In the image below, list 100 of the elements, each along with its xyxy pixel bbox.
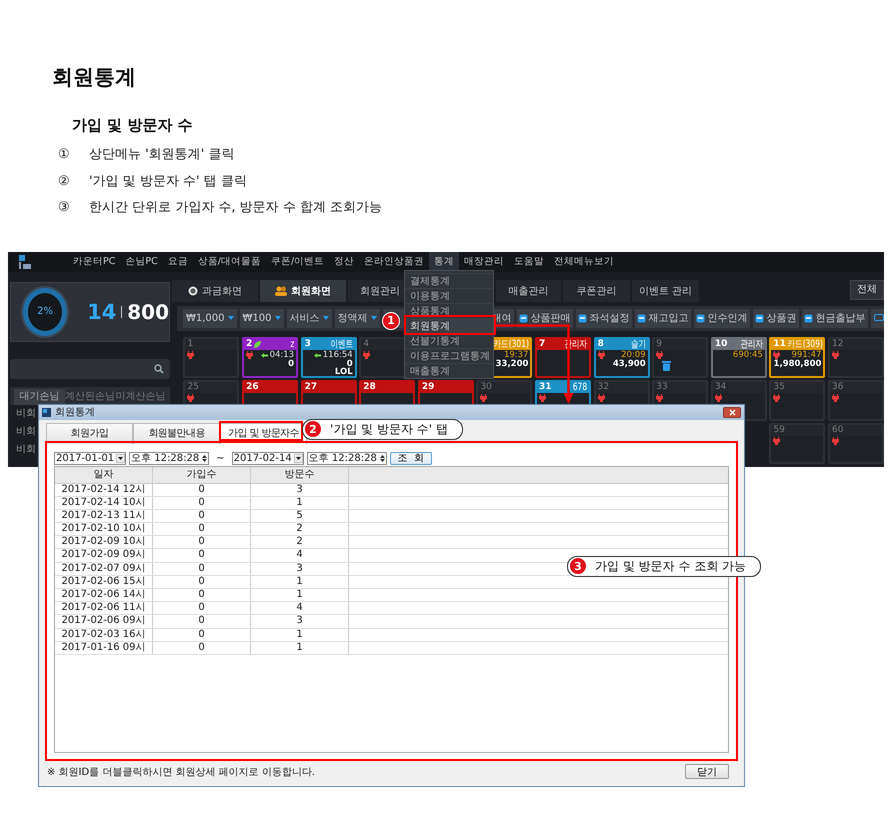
screen-tab[interactable]: 과금화면 [172, 280, 258, 302]
table-cell: 1 [251, 642, 349, 654]
column-header: 가입수 [153, 466, 251, 482]
seat-tile[interactable]: 1 [183, 336, 240, 378]
table-cell: 2017-02-14 12시 [55, 484, 153, 496]
menu-item[interactable]: 이용통계 [405, 288, 493, 302]
toolbar-button[interactable]: 좌석설정 [576, 308, 632, 328]
screen-tab[interactable]: 이벤트 관리 [632, 280, 699, 302]
step-number: ② [58, 172, 71, 190]
table-cell: 2 [251, 523, 349, 536]
seat-tile[interactable]: 60 [828, 422, 884, 464]
start-date-field[interactable]: 2017-01-01 [54, 452, 126, 464]
seat-time: 20:09 [621, 350, 646, 360]
menu-item[interactable]: 매장관리 [459, 252, 510, 272]
menu-item[interactable]: 도움말 [509, 252, 550, 272]
table-cell: 3 [251, 562, 349, 575]
seat-tile[interactable]: 8 슬기 20:09 43,900 [594, 336, 650, 378]
square-icon [636, 314, 646, 322]
seat-tile[interactable]: 9 [652, 336, 708, 378]
seat-tile[interactable]: 12 [828, 336, 884, 378]
toolbar-button[interactable]: 상품권 [752, 308, 798, 328]
table-cell: 0 [153, 602, 251, 614]
menu-item[interactable]: 회원통계 [405, 318, 493, 332]
end-date-field[interactable]: 2017-02-14 [232, 452, 304, 464]
toolbar-dropdown[interactable]: 정액제 [334, 308, 380, 328]
seat-user: 카드(301) [493, 338, 528, 350]
guest-tab[interactable]: 대기손님 [14, 388, 65, 404]
menu-item[interactable]: 요금 [162, 252, 193, 272]
square-icon [578, 314, 586, 322]
table-cell: 3 [251, 484, 349, 496]
step-number: ① [58, 146, 71, 164]
seat-number: 36 [832, 382, 844, 392]
menu-item[interactable]: 통계 [429, 252, 460, 272]
seats-total-count: 800 [127, 300, 169, 324]
square-icon [696, 314, 704, 322]
menu-item[interactable]: 결제통계 [405, 272, 493, 288]
table-cell: 1 [251, 589, 349, 602]
table-cell: 2017-02-06 15시 [55, 576, 153, 588]
search-button[interactable]: 조 회 [390, 452, 432, 464]
close-button[interactable] [723, 406, 741, 418]
menu-item[interactable]: 온라인상품권 [359, 252, 430, 272]
menu-item[interactable]: 정산 [329, 252, 360, 272]
table-cell: 2017-02-13 11시 [55, 510, 153, 522]
menu-item[interactable]: 쿠폰/이벤트 [266, 252, 330, 272]
screen-tab[interactable]: 매출관리 [496, 280, 561, 302]
seat-tile[interactable]: 2 z 04:13 0 [242, 336, 298, 378]
screen-tab[interactable]: 쿠폰관리 [563, 280, 630, 302]
column-header: 일자 [55, 466, 153, 482]
view-all-button[interactable]: 전체 [850, 280, 884, 300]
menu-item[interactable]: 카운터PC [68, 252, 120, 272]
table-cell: 0 [153, 549, 251, 562]
seat-number: 27 [304, 382, 318, 392]
step-badge: 2 [304, 420, 322, 438]
seat-number: 25 [187, 382, 199, 392]
seat-tile[interactable]: 11 카드(309) 991:47 1,980,800 [769, 336, 826, 378]
table-cell: 2017-01-16 09시 [55, 642, 153, 654]
toolbar-dropdown[interactable]: ₩1,000 [183, 308, 237, 328]
seat-user: 카드(309) [788, 338, 823, 350]
menu-item[interactable]: 선불기통계 [405, 332, 493, 348]
toolbar-button[interactable] [870, 308, 884, 328]
seat-tile[interactable]: 59 [769, 422, 826, 464]
range-separator: ~ [215, 452, 226, 464]
search-field[interactable] [10, 358, 170, 378]
menu-item[interactable]: 손님PC [120, 252, 163, 272]
menu-item[interactable]: 이용프로그램통계 [405, 348, 493, 362]
table-cell: 4 [251, 549, 349, 562]
caret-icon [370, 316, 376, 320]
start-time-field[interactable]: 오후 12:28:28 [129, 452, 210, 464]
end-time-field[interactable]: 오후 12:28:28 [306, 452, 387, 464]
toolbar-button[interactable]: 재고입고 [634, 308, 690, 328]
toolbar-dropdown[interactable]: 서비스 [286, 308, 332, 328]
seat-number: 3 [304, 338, 311, 350]
seat-amount: 0 [346, 360, 353, 368]
gauge-label: 2% [37, 306, 53, 317]
seat-number: 7 [539, 338, 546, 350]
seat-tile[interactable]: 10 관리자 690:45 [710, 336, 767, 378]
people-icon [275, 286, 287, 296]
step-text: 한시간 단위로 가입자 수, 방문자 수 합계 조회가능 [89, 199, 382, 217]
menu-item[interactable]: 매출통계 [405, 362, 493, 378]
dialog-tab[interactable]: 회원가입 [46, 422, 133, 444]
seat-tile[interactable]: 35 [769, 380, 826, 420]
close-icon [728, 408, 736, 416]
table-cell: 2017-02-07 09시 [55, 562, 153, 575]
toolbar-dropdown[interactable]: ₩100 [240, 308, 284, 328]
menu-item[interactable]: 상품/대여물품 [192, 252, 266, 272]
toolbar-button[interactable]: 현금출납부 [802, 308, 868, 328]
screen-tab[interactable]: 회원화면 [260, 280, 346, 302]
toolbar-button[interactable]: 인수인계 [694, 308, 750, 328]
menu-item[interactable]: 전체메뉴보기 [549, 252, 620, 272]
table-cell: 2017-02-06 14시 [55, 589, 153, 602]
table-cell: 0 [153, 496, 251, 509]
seat-number: 9 [656, 338, 662, 350]
table-cell: 0 [153, 536, 251, 548]
table-cell: 0 [153, 615, 251, 628]
table-cell: 0 [153, 484, 251, 496]
seat-tile[interactable]: 3 이벤트 116:54 0 LOL [300, 336, 357, 378]
close-dialog-button[interactable]: 닫기 [685, 764, 729, 779]
seat-tile[interactable]: 36 [828, 380, 884, 420]
table-cell: 2017-02-09 09시 [55, 549, 153, 562]
seat-number: 31 [539, 382, 552, 392]
